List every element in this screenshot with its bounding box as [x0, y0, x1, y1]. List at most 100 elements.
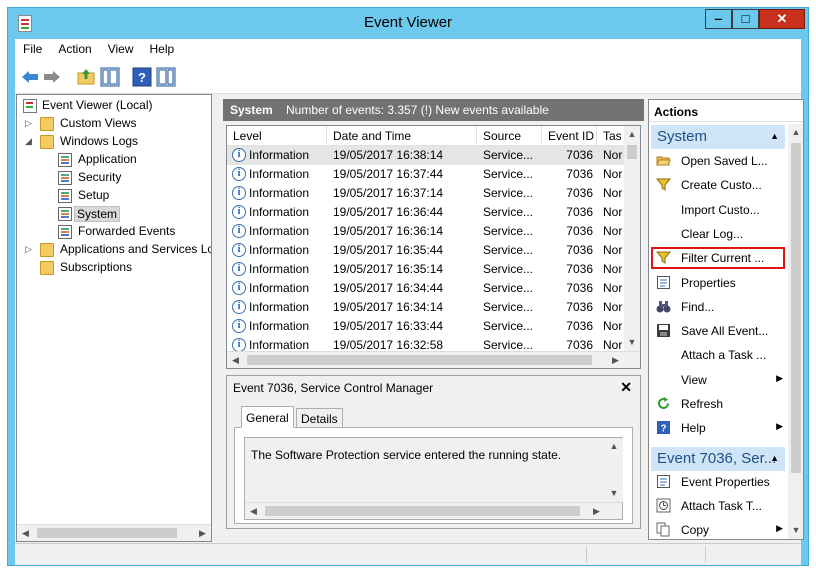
- cell-event-id: 7036: [566, 262, 593, 276]
- description-vertical-scrollbar[interactable]: ▲ ▼: [606, 438, 623, 502]
- title-bar[interactable]: Event Viewer ‒ □ ✕: [8, 8, 808, 38]
- column-header-date[interactable]: Date and Time: [327, 126, 477, 146]
- action-find[interactable]: Find...: [651, 296, 785, 318]
- table-row[interactable]: i Information 19/05/2017 16:37:14 Service..…: [227, 184, 625, 203]
- cell-level: Information: [249, 319, 310, 333]
- collapse-caret-icon[interactable]: ▲: [770, 131, 779, 141]
- action-properties[interactable]: Properties: [651, 272, 785, 294]
- scroll-thumb[interactable]: [791, 143, 801, 473]
- tab-details[interactable]: Details: [296, 408, 343, 428]
- menu-view[interactable]: View: [100, 39, 142, 59]
- scroll-up-icon[interactable]: ▲: [606, 438, 622, 455]
- scroll-down-icon[interactable]: ▼: [624, 334, 640, 351]
- action-import-custo[interactable]: Import Custo...: [651, 199, 785, 221]
- log-header-bar: System Number of events: 3.357 (!) New e…: [223, 99, 644, 121]
- tree-item-forwarded-events[interactable]: Forwarded Events: [19, 223, 209, 241]
- table-row[interactable]: i Information 19/05/2017 16:37:44 Service..…: [227, 165, 625, 184]
- information-icon: i: [232, 224, 246, 238]
- event-section-header[interactable]: Event 7036, Ser... ▲: [651, 447, 785, 471]
- scroll-up-icon[interactable]: ▲: [788, 124, 803, 141]
- scroll-thumb[interactable]: [247, 355, 592, 365]
- maximize-button[interactable]: □: [732, 9, 759, 29]
- action-help[interactable]: ? Help ▶: [651, 417, 785, 439]
- table-row[interactable]: i Information 19/05/2017 16:38:14 Service..…: [227, 146, 625, 165]
- collapse-arrow-icon[interactable]: ◢: [25, 136, 35, 147]
- column-header-level[interactable]: Level: [227, 126, 327, 146]
- action-save-all-event[interactable]: Save All Event...: [651, 320, 785, 342]
- tree-item-root[interactable]: Event Viewer (Local): [19, 97, 209, 115]
- action-create-custo[interactable]: Create Custo...: [651, 174, 785, 196]
- scroll-right-icon[interactable]: ▶: [588, 503, 605, 519]
- scroll-left-icon[interactable]: ◀: [17, 525, 34, 541]
- menu-help[interactable]: Help: [142, 39, 183, 59]
- event-description-box[interactable]: The Software Protection service entered …: [244, 437, 623, 520]
- show-hide-tree-icon[interactable]: [100, 67, 120, 87]
- cell-level: Information: [249, 262, 310, 276]
- actions-vertical-scrollbar[interactable]: ▲ ▼: [788, 124, 803, 539]
- tree-item-system[interactable]: System: [19, 205, 209, 223]
- scroll-right-icon[interactable]: ▶: [194, 525, 211, 541]
- tree-label-apps-services: Applications and Services Lo: [60, 242, 212, 256]
- action-open-saved-l[interactable]: Open Saved L...: [651, 150, 785, 172]
- scroll-left-icon[interactable]: ◀: [227, 352, 244, 368]
- cell-date: 19/05/2017 16:35:44: [333, 243, 444, 257]
- action-filter-current[interactable]: Filter Current ...: [651, 247, 785, 270]
- tree-horizontal-scrollbar[interactable]: ◀ ▶: [17, 524, 211, 541]
- table-row[interactable]: i Information 19/05/2017 16:36:44 Service..…: [227, 203, 625, 222]
- properties-pane-icon[interactable]: [156, 67, 176, 87]
- scroll-down-icon[interactable]: ▼: [606, 485, 622, 502]
- tab-general[interactable]: General: [241, 406, 294, 428]
- scroll-left-icon[interactable]: ◀: [245, 503, 262, 519]
- scroll-up-icon[interactable]: ▲: [624, 126, 640, 143]
- scroll-thumb[interactable]: [265, 506, 580, 516]
- up-folder-icon[interactable]: [76, 67, 96, 87]
- detail-close-button[interactable]: ✕: [620, 379, 632, 396]
- collapse-caret-icon[interactable]: ▲: [770, 453, 779, 463]
- minimize-button[interactable]: ‒: [705, 9, 732, 29]
- folder-icon: [40, 243, 54, 257]
- table-row[interactable]: i Information 19/05/2017 16:35:14 Service..…: [227, 260, 625, 279]
- tree-item-setup[interactable]: Setup: [19, 187, 209, 205]
- menu-action[interactable]: Action: [50, 39, 99, 59]
- table-row[interactable]: i Information 19/05/2017 16:35:44 Service..…: [227, 241, 625, 260]
- tree-item-application[interactable]: Application: [19, 151, 209, 169]
- menu-file[interactable]: File: [15, 39, 50, 59]
- table-row[interactable]: i Information 19/05/2017 16:36:14 Service..…: [227, 222, 625, 241]
- system-section-header[interactable]: System ▲: [651, 125, 785, 149]
- grid-vertical-scrollbar[interactable]: ▲ ▼: [624, 126, 640, 351]
- description-horizontal-scrollbar[interactable]: ◀ ▶: [245, 502, 622, 519]
- grid-horizontal-scrollbar[interactable]: ◀ ▶: [227, 351, 640, 368]
- column-header-source[interactable]: Source: [477, 126, 542, 146]
- expand-arrow-icon[interactable]: ▷: [25, 118, 35, 129]
- cell-level: Information: [249, 224, 310, 238]
- tree-item-apps-services[interactable]: ▷ Applications and Services Lo: [19, 241, 211, 259]
- action-copy[interactable]: Copy ▶: [651, 519, 785, 539]
- help-icon[interactable]: ?: [132, 67, 152, 87]
- close-button[interactable]: ✕: [759, 9, 805, 29]
- svg-text:?: ?: [138, 70, 146, 85]
- table-row[interactable]: i Information 19/05/2017 16:34:44 Service..…: [227, 279, 625, 298]
- tree-item-subscriptions[interactable]: Subscriptions: [19, 259, 209, 277]
- back-arrow-icon[interactable]: [20, 67, 40, 87]
- action-view[interactable]: View ▶: [651, 369, 785, 391]
- column-header-task[interactable]: Tas: [597, 126, 625, 146]
- action-label: Attach Task T...: [681, 499, 762, 513]
- table-row[interactable]: i Information 19/05/2017 16:34:14 Service..…: [227, 298, 625, 317]
- scroll-down-icon[interactable]: ▼: [788, 522, 803, 539]
- scroll-thumb[interactable]: [37, 528, 177, 538]
- tree-item-security[interactable]: Security: [19, 169, 209, 187]
- action-attach-a-task[interactable]: Attach a Task ...: [651, 344, 785, 366]
- action-refresh[interactable]: Refresh: [651, 393, 785, 415]
- expand-arrow-icon[interactable]: ▷: [25, 244, 35, 255]
- column-header-event-id[interactable]: Event ID: [542, 126, 597, 146]
- tree-item-custom-views[interactable]: ▷ Custom Views: [19, 115, 209, 133]
- tree-item-windows-logs[interactable]: ◢ Windows Logs: [19, 133, 209, 151]
- action-event-properties[interactable]: Event Properties: [651, 471, 785, 493]
- table-row[interactable]: i Information 19/05/2017 16:33:44 Service..…: [227, 317, 625, 336]
- scroll-thumb[interactable]: [627, 145, 637, 159]
- scroll-right-icon[interactable]: ▶: [607, 352, 624, 368]
- forward-arrow-icon[interactable]: [42, 67, 62, 87]
- action-attach-task-t[interactable]: Attach Task T...: [651, 495, 785, 517]
- general-tab-body: The Software Protection service entered …: [234, 427, 633, 524]
- action-clear-log[interactable]: Clear Log...: [651, 223, 785, 245]
